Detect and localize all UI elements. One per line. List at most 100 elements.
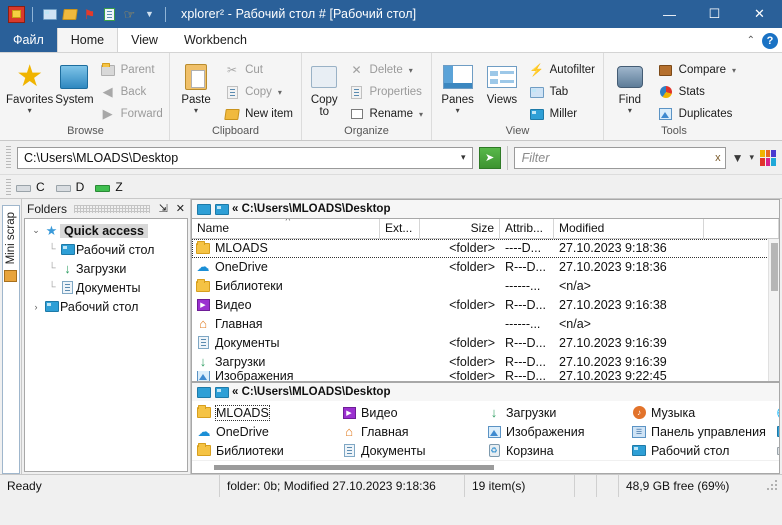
views-button[interactable]: Views bbox=[481, 57, 522, 106]
folder-icon[interactable] bbox=[41, 6, 58, 23]
paste-caret-icon[interactable]: ▾ bbox=[194, 107, 198, 115]
tree-node-downloads[interactable]: └ ↓ Загрузки bbox=[25, 259, 187, 278]
scrap-panel-icon[interactable] bbox=[3, 270, 18, 284]
scrollbar-thumb[interactable] bbox=[214, 465, 494, 470]
list-item[interactable]: ▶ Видео bbox=[339, 403, 484, 422]
color-flag-icon[interactable] bbox=[760, 149, 776, 166]
properties-button[interactable]: Properties bbox=[345, 81, 427, 103]
compare-button[interactable]: Compare ▾ bbox=[654, 59, 740, 81]
pin-icon[interactable]: ⇲ bbox=[157, 202, 170, 215]
paste-button[interactable]: Paste ▾ bbox=[174, 57, 218, 115]
panes-button[interactable]: Panes ▾ bbox=[436, 57, 479, 115]
list-item[interactable] bbox=[774, 422, 779, 441]
toolbar-grip[interactable] bbox=[6, 145, 11, 170]
refresh-doc-icon[interactable] bbox=[101, 6, 118, 23]
vertical-scrollbar[interactable] bbox=[768, 239, 779, 381]
file-list[interactable]: Name Ext... Size Attrib... Modified MLOA… bbox=[191, 218, 780, 382]
list-item[interactable]: ↓ Загрузки bbox=[484, 403, 629, 422]
list-item[interactable]: 🌐 bbox=[774, 403, 779, 422]
pane-drag-handle[interactable] bbox=[74, 204, 150, 213]
drive-item-d[interactable]: D bbox=[54, 180, 91, 194]
tab-view[interactable]: View bbox=[118, 28, 171, 52]
favorites-button[interactable]: ★ Favorites ▾ bbox=[6, 57, 53, 115]
copy-button[interactable]: Copy ▾ bbox=[220, 81, 297, 103]
table-row[interactable]: ▶ Видео <folder> R---D... 27.10.2023 9:16… bbox=[192, 296, 779, 315]
horizontal-scrollbar[interactable] bbox=[192, 460, 779, 473]
tree-node-documents[interactable]: └ Документы bbox=[25, 278, 187, 297]
list-item[interactable]: ☁ OneDrive bbox=[194, 422, 339, 441]
scrollbar-thumb[interactable] bbox=[771, 243, 778, 291]
tree-node-desktop-root[interactable]: › Рабочий стол bbox=[25, 297, 187, 316]
maximize-button[interactable]: ☐ bbox=[692, 0, 737, 28]
flag-icon[interactable]: ⚑ bbox=[81, 6, 98, 23]
tab-button[interactable]: Tab bbox=[525, 81, 599, 103]
list-item[interactable]: ♪ Музыка bbox=[629, 403, 774, 422]
list-item[interactable]: Библиотеки bbox=[194, 441, 339, 460]
minimize-button[interactable]: — bbox=[647, 0, 692, 28]
help-icon[interactable]: ? bbox=[762, 32, 778, 49]
drivebar-grip[interactable] bbox=[6, 178, 11, 195]
tree-node-desktop-qa[interactable]: └ Рабочий стол bbox=[25, 240, 187, 259]
expander-icon[interactable]: ⌄ bbox=[29, 225, 43, 236]
delete-caret-icon[interactable]: ▾ bbox=[409, 66, 413, 75]
resize-grip[interactable] bbox=[766, 478, 780, 493]
table-row[interactable]: MLOADS <folder> ----D... 27.10.2023 9:18… bbox=[192, 238, 779, 258]
column-header-attrib[interactable]: Attrib... bbox=[500, 219, 554, 238]
funnel-icon[interactable]: ▼ bbox=[732, 151, 744, 165]
open-folder-icon[interactable] bbox=[61, 6, 78, 23]
chevron-down-icon[interactable]: ▾ bbox=[459, 152, 468, 163]
tab-home[interactable]: Home bbox=[56, 28, 119, 52]
folders-tree[interactable]: ⌄ ★ Quick access └ Рабочий стол └ ↓ Загр… bbox=[24, 218, 188, 472]
filter-input[interactable]: Filter x bbox=[513, 146, 726, 169]
list-item[interactable]: Документы bbox=[339, 441, 484, 460]
table-row[interactable]: ↓ Загрузки <folder> R---D... 27.10.2023 9… bbox=[192, 352, 779, 371]
drive-item-z[interactable]: Z bbox=[93, 180, 128, 194]
column-header-modified[interactable]: Modified bbox=[554, 219, 704, 238]
list-item[interactable]: ⌂ Главная bbox=[339, 422, 484, 441]
table-row[interactable]: Документы <folder> R---D... 27.10.2023 9… bbox=[192, 333, 779, 352]
dropdown-icon[interactable]: ▼ bbox=[141, 6, 158, 23]
tab-workbench[interactable]: Workbench bbox=[171, 28, 260, 52]
new-item-button[interactable]: New item bbox=[220, 103, 297, 125]
panes-caret-icon[interactable]: ▾ bbox=[456, 107, 460, 115]
table-row[interactable]: ☁ OneDrive <folder> R---D... 27.10.2023 9… bbox=[192, 258, 779, 277]
list-item[interactable]: ♻ Корзина bbox=[484, 441, 629, 460]
compare-caret-icon[interactable]: ▾ bbox=[732, 66, 736, 75]
close-pane-icon[interactable]: ✕ bbox=[174, 202, 187, 215]
tree-node-quick-access[interactable]: ⌄ ★ Quick access bbox=[25, 221, 187, 240]
duplicates-button[interactable]: Duplicates bbox=[654, 103, 740, 125]
system-button[interactable]: System bbox=[55, 57, 94, 106]
cut-button[interactable]: ✂ Cut bbox=[220, 59, 297, 81]
file-list-breadcrumb[interactable]: « C:\Users\MLOADS\Desktop bbox=[191, 199, 780, 218]
bottom-pane-breadcrumb[interactable]: « C:\Users\MLOADS\Desktop bbox=[191, 382, 780, 401]
funnel-caret-icon[interactable]: ▾ bbox=[749, 152, 754, 163]
column-header-ext[interactable]: Ext... bbox=[380, 219, 420, 238]
column-header-size[interactable]: Size bbox=[420, 219, 500, 238]
parent-button[interactable]: Parent bbox=[96, 59, 167, 81]
copy-to-button[interactable]: Copy to bbox=[306, 57, 343, 118]
thumbs-up-icon[interactable]: ☞ bbox=[121, 6, 138, 23]
bottom-icon-list[interactable]: MLOADS ☁ OneDrive Библиотеки ▶ Видео ⌂ Глав… bbox=[191, 401, 780, 474]
forward-button[interactable]: ▶ Forward bbox=[96, 103, 167, 125]
go-button[interactable]: ➤ bbox=[478, 146, 501, 169]
app-logo-icon[interactable] bbox=[8, 5, 25, 23]
back-button[interactable]: ◀ Back bbox=[96, 81, 167, 103]
table-row[interactable]: ⌂ Главная ------... <n/a> bbox=[192, 314, 779, 333]
address-input[interactable]: C:\Users\MLOADS\Desktop ▾ bbox=[17, 146, 473, 169]
column-header-name[interactable]: Name bbox=[192, 219, 380, 238]
table-row[interactable]: Изображения <folder> R---D... 27.10.2023… bbox=[192, 371, 779, 381]
stats-button[interactable]: Stats bbox=[654, 81, 740, 103]
collapse-ribbon-icon[interactable]: ⌃ bbox=[747, 35, 755, 46]
list-item[interactable]: Изображения bbox=[484, 422, 629, 441]
miller-button[interactable]: Miller bbox=[525, 103, 599, 125]
list-item[interactable]: MLOADS bbox=[194, 403, 339, 422]
autofilter-button[interactable]: ⚡ Autofilter bbox=[525, 59, 599, 81]
drive-item-c[interactable]: C bbox=[14, 180, 51, 194]
close-button[interactable]: ✕ bbox=[737, 0, 782, 28]
rename-button[interactable]: Rename ▾ bbox=[345, 103, 427, 125]
list-item[interactable]: ☰ Панель управления bbox=[629, 422, 774, 441]
clear-filter-icon[interactable]: x bbox=[715, 152, 721, 164]
list-item[interactable]: Рабочий стол bbox=[629, 441, 774, 460]
find-button[interactable]: Find ▾ bbox=[608, 57, 652, 115]
find-caret-icon[interactable]: ▾ bbox=[628, 107, 632, 115]
